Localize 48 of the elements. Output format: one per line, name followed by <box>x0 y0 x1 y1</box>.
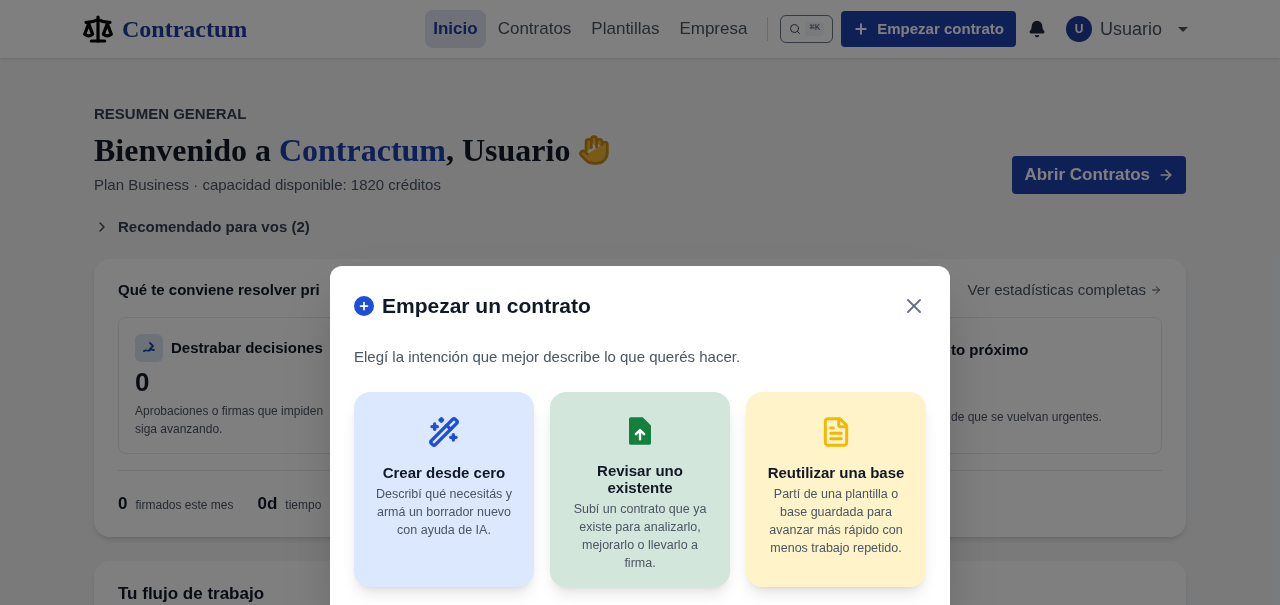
user-name[interactable]: Usuario <box>1099 15 1162 43</box>
arrow-right-icon <box>1158 167 1174 183</box>
scales-logo-icon <box>82 13 114 45</box>
caret-icon[interactable] <box>1178 26 1188 32</box>
option-card[interactable]: Crear desde cero Describí qué necesitás y armá un borrador nuevo con ayuda de IA. <box>354 392 534 587</box>
nav-tab[interactable]: Empresa <box>671 10 756 48</box>
card-title: Tu flujo de trabajo <box>118 582 266 605</box>
nav-tab[interactable]: Inicio <box>425 10 486 48</box>
magic-wand-icon <box>428 416 460 448</box>
start-contract-button[interactable]: Empezar contrato <box>841 11 1016 47</box>
stat-description: de que se vuelvan urgentes. <box>951 409 1103 426</box>
metric-label: tiempo <box>285 497 322 514</box>
stat-description: Aprobaciones o firmas que impiden <box>135 403 324 420</box>
metric-value: 0 <box>118 493 128 515</box>
recommended-toggle[interactable]: Recomendado para vos (2) <box>94 216 310 239</box>
nav-tab[interactable]: Plantillas <box>583 10 668 48</box>
option-description: Subí un contrato que ya existe para analizarlo, mejorarlo o llevarlo a firma. <box>572 501 708 572</box>
metric-label: firmados este mes <box>135 497 234 514</box>
open-contracts-button[interactable]: Abrir Contratos <box>1012 156 1186 194</box>
option-description: Describí qué necesitás y armá un borrador nuevo con ayuda de IA. <box>374 486 514 539</box>
plan-subtitle: Plan Business · capacidad disponible: 1820 créditos <box>94 174 442 195</box>
shortcut-key: ⌘K <box>805 22 825 36</box>
stat-value: 0 <box>135 366 151 398</box>
dialog-title: Empezar un contrato <box>382 293 591 319</box>
nav-tab[interactable]: Contratos <box>489 10 580 48</box>
option-title: Crear desde cero <box>382 464 506 481</box>
option-card[interactable]: Revisar uno existente Subí un contrato que ya existe para analizarlo, mejorarlo o llevarlo a firma. <box>550 392 730 587</box>
file-upload-icon <box>629 416 651 446</box>
user-avatar[interactable]: U <box>1065 16 1092 42</box>
search-button[interactable]: ⌘K <box>780 15 834 43</box>
metric-value: 0d <box>257 493 278 515</box>
waving-hand-icon <box>578 133 611 166</box>
arrow-right-icon <box>1150 283 1162 296</box>
welcome-heading: Bienvenido a Contractum, Usuario <box>94 130 571 170</box>
stat-description: siga avanzando. <box>135 421 223 438</box>
bell-icon[interactable] <box>1027 20 1046 38</box>
statistics-link[interactable]: Ver estadísticas completas <box>967 278 1162 301</box>
stat-title: to próximo <box>951 341 1029 358</box>
option-title: Reutilizar una base <box>767 464 905 481</box>
search-icon <box>789 23 802 35</box>
stat-title: Destrabar decisiones <box>171 337 323 358</box>
option-card[interactable]: Reutilizar una base Partí de una plantilla o base guardada para avanzar más rápido con menos trabajo repetido. <box>746 392 926 587</box>
option-description: Partí de una plantilla o base guardada para avanzar más rápido con menos trabajo repetido. <box>768 486 904 557</box>
logo-text[interactable]: Contractum <box>122 11 248 47</box>
card-title: Qué te conviene resolver pri <box>118 279 320 300</box>
section-eyebrow: RESUMEN GENERAL <box>94 104 248 124</box>
option-title: Revisar uno existente <box>596 462 684 496</box>
dialog-description: Elegí la intención que mejor describe lo que querés hacer. <box>354 346 742 367</box>
